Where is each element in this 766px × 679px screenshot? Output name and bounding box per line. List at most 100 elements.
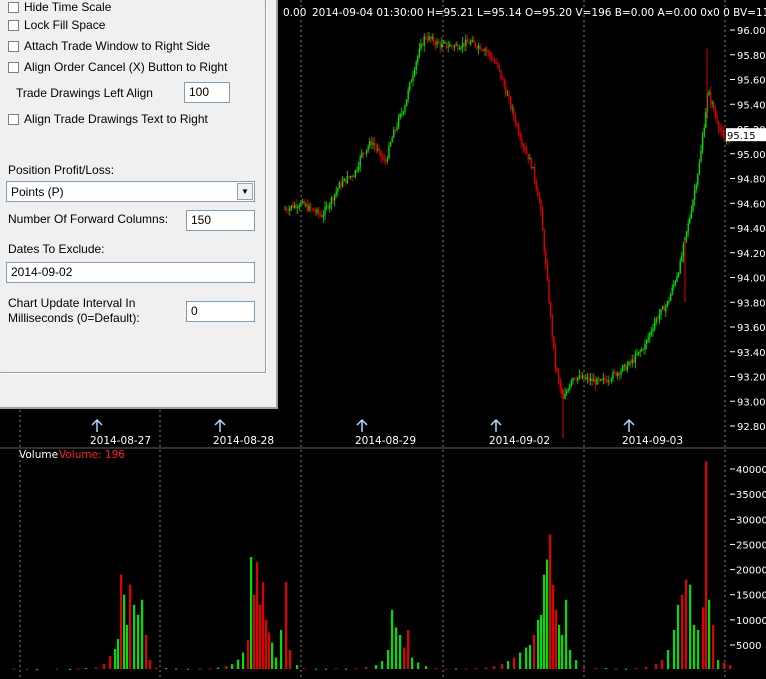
candle-body <box>391 137 393 143</box>
candle-body <box>409 82 411 90</box>
candle-body <box>535 180 537 189</box>
checkbox-box[interactable] <box>8 19 19 31</box>
candle-body <box>420 43 422 49</box>
candle-body <box>485 49 488 52</box>
candle-body <box>463 42 465 47</box>
candle-body <box>385 160 387 162</box>
candle-body <box>645 340 648 345</box>
volume-bar <box>123 594 126 669</box>
volume-bar <box>285 582 288 669</box>
forward-columns-input[interactable]: 150 <box>186 210 255 231</box>
position-pl-select[interactable]: Points (P) ▼ <box>6 181 255 202</box>
candle-body <box>503 79 505 87</box>
dropdown-arrow-icon[interactable]: ▼ <box>237 183 253 200</box>
candle-body <box>442 42 445 44</box>
checkbox-box[interactable] <box>8 40 19 52</box>
candle-body <box>492 59 494 61</box>
header-info-line: 2014-09-04 01:30:00 H=95.21 L=95.14 O=95… <box>312 7 766 19</box>
candle-body <box>597 378 600 381</box>
candle-body <box>605 380 608 382</box>
checkbox-box[interactable] <box>8 1 19 13</box>
candle-body <box>525 150 528 154</box>
volume-bar <box>411 657 414 669</box>
hide-time-scale-label: Hide Time Scale <box>24 0 112 14</box>
volume-bar <box>395 627 398 669</box>
candle-body <box>505 86 507 95</box>
volume-bar <box>335 668 338 670</box>
volume-bar <box>375 665 378 669</box>
volume-bar <box>253 594 256 669</box>
candle-body <box>679 260 681 273</box>
volume-bar <box>199 668 202 670</box>
lock-fill-space-checkbox[interactable]: Lock Fill Space <box>8 18 105 32</box>
candle-body <box>585 378 587 380</box>
candle-body <box>717 122 720 129</box>
volume-bar <box>533 634 536 669</box>
candle-body <box>429 36 432 39</box>
volume-tick-label: 25000 <box>736 540 766 551</box>
candle-body <box>641 349 643 351</box>
price-tick-label: 95.80 <box>737 51 766 62</box>
candle-body <box>541 210 544 231</box>
candle-body <box>383 159 385 161</box>
align-order-cancel-checkbox[interactable]: Align Order Cancel (X) Button to Right <box>8 60 227 74</box>
hide-time-scale-checkbox[interactable]: Hide Time Scale <box>8 0 111 14</box>
volume-bar <box>519 652 522 669</box>
attach-trade-window-checkbox[interactable]: Attach Trade Window to Right Side <box>8 39 210 53</box>
volume-bar <box>117 638 120 669</box>
candle-body <box>615 372 617 377</box>
volume-bar <box>391 609 394 669</box>
candle-body <box>329 204 331 209</box>
candle-body <box>583 375 585 379</box>
candle-body <box>317 209 320 214</box>
volume-bar <box>109 656 112 669</box>
volume-bar <box>455 668 458 670</box>
candle-body <box>668 300 670 302</box>
candle-body <box>399 114 401 118</box>
candle-body <box>426 38 429 41</box>
candle-body <box>325 205 328 207</box>
candle-body <box>311 208 313 210</box>
volume-bar <box>355 668 358 670</box>
candle-body <box>295 204 297 209</box>
candle-body <box>705 112 707 128</box>
volume-bar <box>681 594 684 669</box>
volume-bar <box>723 662 726 669</box>
price-tick-label: 95.00 <box>737 150 766 161</box>
candle-body <box>293 204 296 208</box>
volume-bar <box>268 632 271 669</box>
volume-bar <box>546 559 549 669</box>
position-pl-selected-value: Points (P) <box>11 185 64 199</box>
price-candle <box>405 99 408 107</box>
price-tick-label: 94.00 <box>737 274 766 285</box>
candle-body <box>589 378 592 382</box>
candle-body <box>588 377 590 382</box>
header-price-readout: 0.00 <box>283 7 306 19</box>
candle-body <box>530 157 533 169</box>
candle-body <box>330 197 333 205</box>
candle-body <box>313 208 315 212</box>
volume-bar <box>259 604 262 669</box>
candle-body <box>357 166 360 170</box>
align-trade-drawings-text-checkbox[interactable]: Align Trade Drawings Text to Right <box>8 112 208 126</box>
price-tick-label: 92.80 <box>737 422 766 433</box>
update-interval-input[interactable]: 0 <box>186 301 255 322</box>
candle-body <box>405 99 408 107</box>
candle-body <box>461 42 464 48</box>
update-interval-label-line2: Milliseconds (0=Default): <box>8 311 140 325</box>
trade-drawings-left-align-input[interactable]: 100 <box>184 82 230 103</box>
candle-body <box>410 81 413 83</box>
dates-to-exclude-input[interactable]: 2014-09-02 <box>6 262 255 283</box>
candle-body <box>341 181 344 187</box>
candle-body <box>482 49 485 51</box>
volume-value-label: Volume: 196 <box>59 449 125 461</box>
price-tick-label: 93.00 <box>737 397 766 408</box>
candle-body <box>549 302 552 316</box>
checkbox-box[interactable] <box>8 61 19 73</box>
volume-bar <box>667 650 670 669</box>
update-interval-label-line1: Chart Update Interval In <box>8 296 136 310</box>
candle-body <box>701 136 704 151</box>
candle-body <box>700 150 702 163</box>
volume-bar <box>605 668 608 670</box>
checkbox-box[interactable] <box>8 113 19 125</box>
